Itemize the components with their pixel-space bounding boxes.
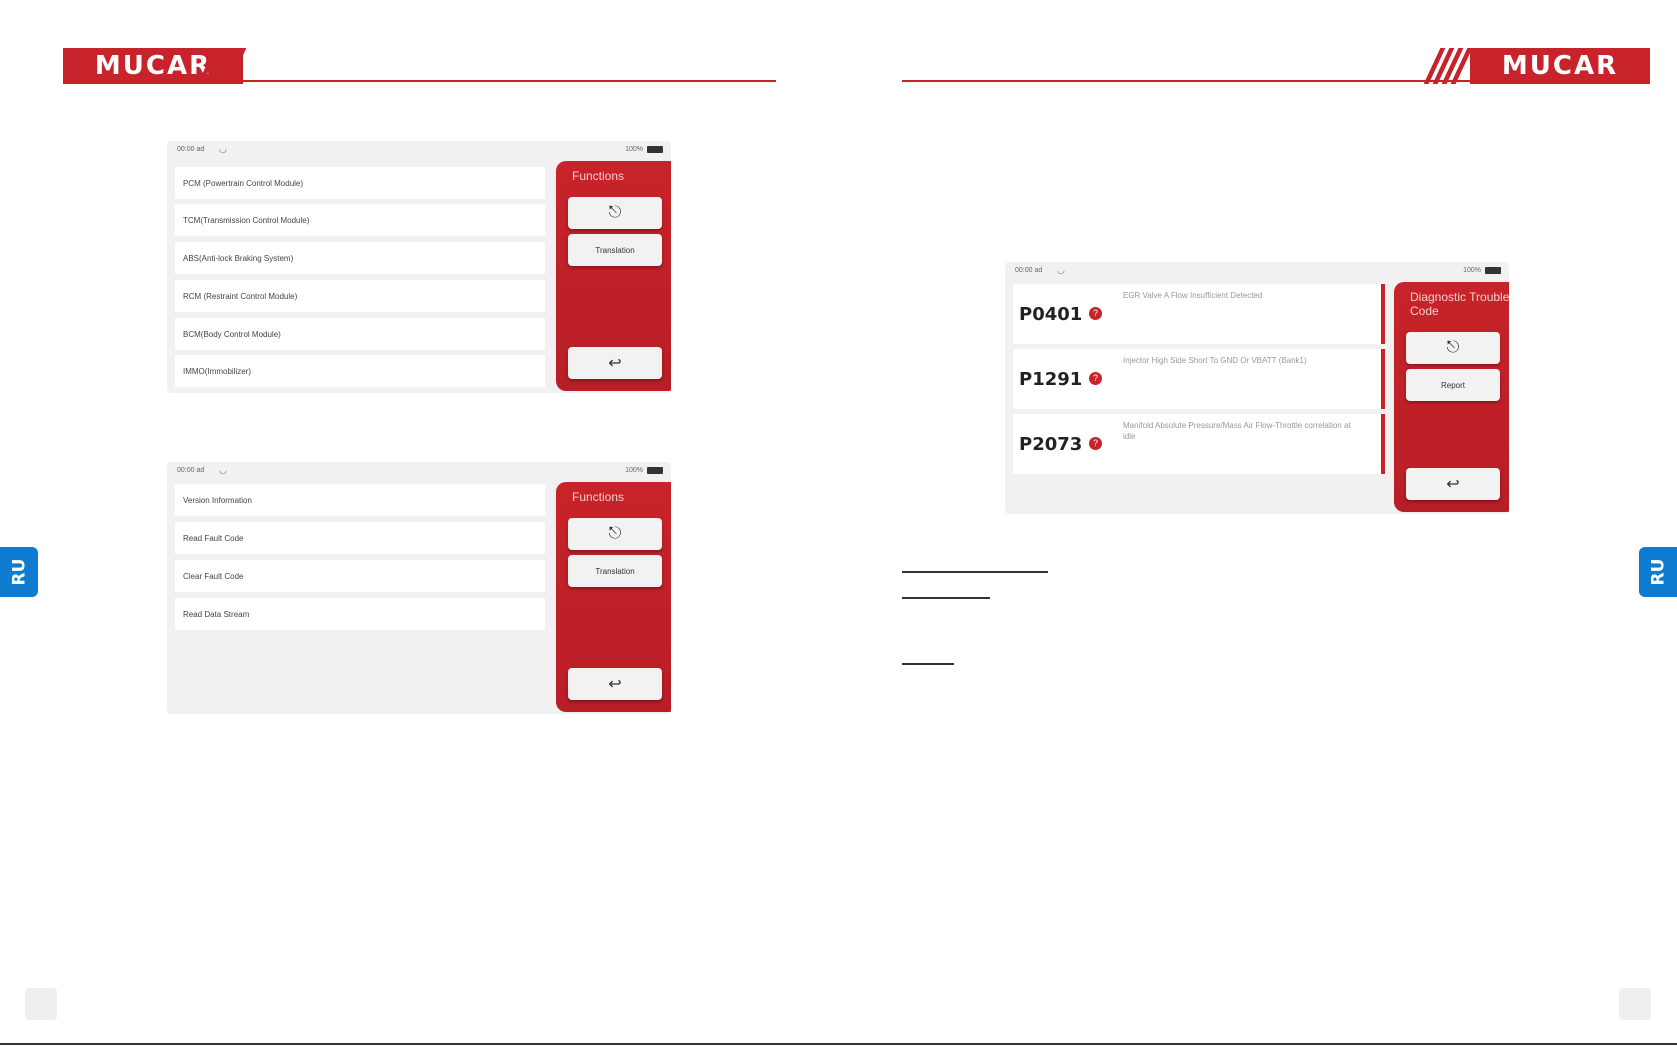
list-item[interactable]: Read Data Stream: [175, 598, 545, 630]
dtc-indicator-bar: [1381, 284, 1385, 344]
list-item-label: Version Information: [183, 495, 252, 505]
dtc-code: P1291: [1019, 369, 1083, 390]
exit-icon: ⎋: [1446, 339, 1460, 356]
list-item[interactable]: ABS(Anti-lock Braking System): [175, 242, 545, 274]
logo-stripes-right: [1423, 48, 1473, 84]
list-item-label: RCM (Restraint Control Module): [183, 291, 298, 301]
underlined-text-line: [902, 571, 1048, 573]
dtc-code: P0401: [1019, 304, 1083, 325]
battery-icon: [647, 467, 663, 474]
list-item-label: ABS(Anti-lock Braking System): [183, 253, 294, 263]
translation-button[interactable]: Translation: [568, 234, 662, 266]
screenshot-system-list: 00:00 ad ◡ 100% PCM (Powertrain Control …: [167, 141, 671, 393]
list-item-label: TCM(Transmission Control Module): [183, 215, 310, 225]
list-item[interactable]: Version Information: [175, 484, 545, 516]
list-item-label: PCM (Powertrain Control Module): [183, 178, 304, 188]
list-item[interactable]: RCM (Restraint Control Module): [175, 280, 545, 312]
battery-percent: 100%: [625, 146, 643, 153]
status-time: 00:00 ad: [177, 146, 205, 153]
help-icon[interactable]: ?: [1089, 437, 1102, 450]
list-item[interactable]: PCM (Powertrain Control Module): [175, 167, 545, 199]
back-button[interactable]: ↩: [568, 668, 662, 700]
panel-title: Diagnostic Trouble Code: [1410, 290, 1509, 318]
underlined-text-line: [902, 597, 990, 599]
wifi-icon: ◡: [219, 144, 227, 154]
dtc-description: Manifold Absolute Pressure/Mass Air Flow…: [1123, 421, 1351, 441]
back-icon: ↩: [608, 355, 622, 372]
panel-title: Functions: [572, 169, 625, 183]
battery-icon: [1485, 267, 1501, 274]
dtc-row[interactable]: P2073 ? Manifold Absolute Pressure/Mass …: [1013, 414, 1385, 474]
exit-button[interactable]: ⎋: [1406, 332, 1500, 364]
logo-stripes-left: [197, 48, 247, 84]
wifi-icon: ◡: [1057, 265, 1065, 275]
translation-label: Translation: [595, 566, 635, 576]
exit-icon: ⎋: [608, 525, 622, 542]
exit-button[interactable]: ⎋: [568, 197, 662, 229]
report-button[interactable]: Report: [1406, 369, 1500, 401]
underlined-text-line: [902, 663, 954, 665]
exit-icon: ⎋: [608, 204, 622, 221]
battery-percent: 100%: [625, 467, 643, 474]
header-rule-left: [63, 80, 776, 82]
translation-button[interactable]: Translation: [568, 555, 662, 587]
translation-label: Translation: [595, 245, 635, 255]
functions-panel: Functions ⎋ Translation ↩: [556, 161, 671, 391]
back-icon: ↩: [1446, 476, 1460, 493]
language-tab-label: RU: [9, 558, 29, 586]
dtc-description: Injector High Side Short To GND Or VBATT…: [1123, 356, 1307, 365]
help-icon[interactable]: ?: [1089, 307, 1102, 320]
status-bar: 00:00 ad ◡ 100%: [1005, 262, 1509, 280]
list-item-label: Read Fault Code: [183, 533, 244, 543]
dtc-code: P2073: [1019, 434, 1083, 455]
page-number-box-left: [25, 988, 57, 1020]
list-item[interactable]: TCM(Transmission Control Module): [175, 204, 545, 236]
list-item-label: BCM(Body Control Module): [183, 329, 281, 339]
dtc-row[interactable]: P0401 ? EGR Valve A Flow Insufficient De…: [1013, 284, 1385, 344]
status-time: 00:00 ad: [177, 467, 205, 474]
report-label: Report: [1440, 380, 1465, 390]
battery-percent: 100%: [1463, 267, 1481, 274]
screenshot-dtc-list: 00:00 ad ◡ 100% P0401 ? EGR Valve A Flow…: [1005, 262, 1509, 514]
back-button[interactable]: ↩: [1406, 468, 1500, 500]
list-item-label: Read Data Stream: [183, 609, 250, 619]
language-tab-label: RU: [1648, 558, 1668, 586]
wifi-icon: ◡: [219, 465, 227, 475]
dtc-indicator-bar: [1381, 414, 1385, 474]
page-number-box-right: [1619, 988, 1651, 1020]
help-icon[interactable]: ?: [1089, 372, 1102, 385]
language-tab-right[interactable]: RU: [1639, 547, 1677, 597]
dtc-description: EGR Valve A Flow Insufficient Detected: [1123, 291, 1263, 300]
battery-icon: [647, 146, 663, 153]
list-item[interactable]: BCM(Body Control Module): [175, 318, 545, 350]
status-bar: 00:00 ad ◡ 100%: [167, 141, 671, 159]
list-item[interactable]: IMMO(Immobilizer): [175, 355, 545, 387]
dtc-row[interactable]: P1291 ? Injector High Side Short To GND …: [1013, 349, 1385, 409]
logo-text: MUCAR: [94, 51, 212, 81]
footer-rule: [0, 1043, 1677, 1045]
list-item[interactable]: Clear Fault Code: [175, 560, 545, 592]
manual-page-spread: MUCAR MUCAR RU RU 00:00 ad ◡ 100% PCM (P…: [0, 0, 1677, 1047]
functions-panel: Functions ⎋ Translation ↩: [556, 482, 671, 712]
back-button[interactable]: ↩: [568, 347, 662, 379]
exit-button[interactable]: ⎋: [568, 518, 662, 550]
header-rule-right: [902, 80, 1614, 82]
list-item-label: IMMO(Immobilizer): [183, 366, 251, 376]
panel-title: Functions: [572, 490, 625, 504]
language-tab-left[interactable]: RU: [0, 547, 38, 597]
back-icon: ↩: [608, 676, 622, 693]
list-item[interactable]: Read Fault Code: [175, 522, 545, 554]
status-bar: 00:00 ad ◡ 100%: [167, 462, 671, 480]
dtc-panel: Diagnostic Trouble Code ⎋ Report ↩: [1394, 282, 1509, 512]
logo-text: MUCAR: [1501, 51, 1619, 81]
dtc-indicator-bar: [1381, 349, 1385, 409]
mucar-logo-right: MUCAR: [1470, 48, 1650, 84]
screenshot-function-list: 00:00 ad ◡ 100% Version Information Read…: [167, 462, 671, 714]
list-item-label: Clear Fault Code: [183, 571, 244, 581]
status-time: 00:00 ad: [1015, 267, 1043, 274]
